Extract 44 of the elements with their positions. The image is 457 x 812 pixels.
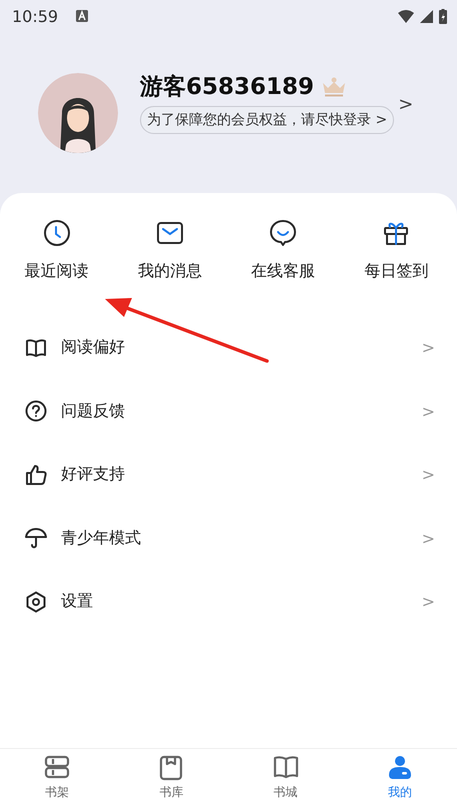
menu-item[interactable]: 好评支持 > (0, 443, 457, 506)
open-book-icon (272, 755, 299, 781)
chevron-icon: > (422, 528, 435, 548)
chevron-icon: > (422, 402, 435, 421)
tab[interactable]: 我的 (342, 749, 457, 812)
chevron-icon: > (422, 592, 435, 612)
notification-icon (76, 10, 88, 22)
chevron-icon: > (422, 338, 435, 358)
user-name: 游客65836189 (140, 73, 314, 102)
menu-label: 问题反馈 (61, 400, 126, 422)
envelope-icon (156, 219, 184, 247)
umbrella-icon (25, 527, 47, 550)
status-time: 10:59 (12, 6, 58, 26)
signal-icon (420, 10, 433, 22)
crown-icon (322, 77, 346, 97)
menu-item[interactable]: 设置 > (0, 570, 457, 634)
shortcut-button[interactable]: 最近阅读 (0, 219, 114, 282)
open-book-icon (25, 336, 47, 359)
shortcut-button[interactable]: 我的消息 (113, 219, 226, 282)
menu-item[interactable]: 青少年模式 > (0, 506, 457, 570)
chevron-icon: > (422, 465, 435, 484)
chevron-icon[interactable]: > (398, 94, 414, 115)
tab[interactable]: 书库 (114, 749, 228, 812)
stacked-books-icon (44, 755, 70, 781)
question-icon (25, 400, 47, 422)
chat-bubble-icon (269, 219, 298, 247)
shortcut-button[interactable]: 每日签到 (340, 219, 453, 282)
menu-item[interactable]: 问题反馈 > (0, 380, 457, 443)
book-icon (158, 755, 184, 781)
settings-icon (25, 590, 47, 613)
wifi-icon (398, 10, 414, 22)
shortcut-button[interactable]: 在线客服 (226, 219, 340, 282)
menu-label: 设置 (61, 591, 94, 612)
login-hint-button[interactable]: 为了保障您的会员权益，请尽快登录 > (140, 106, 394, 134)
clock-icon (42, 219, 71, 247)
thumbs-up-icon (25, 464, 47, 486)
menu-label: 好评支持 (61, 464, 126, 486)
tab[interactable]: 书城 (228, 749, 343, 812)
menu-label: 阅读偏好 (61, 337, 126, 358)
menu-label: 青少年模式 (61, 528, 142, 549)
person-icon (386, 755, 413, 781)
menu-item[interactable]: 阅读偏好 > (0, 316, 457, 380)
battery-icon (439, 8, 447, 24)
tab[interactable]: 书架 (0, 749, 114, 812)
